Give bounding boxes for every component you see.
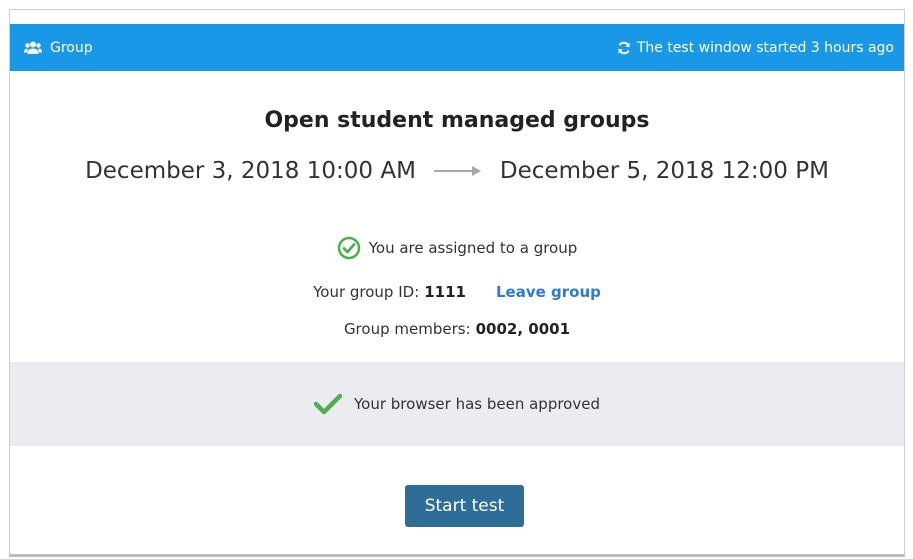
group-header-bar: Group The test window started 3 hours ag… bbox=[10, 24, 904, 71]
group-title: Group bbox=[24, 40, 93, 56]
users-icon bbox=[24, 41, 42, 54]
assigned-text: You are assigned to a group bbox=[368, 239, 578, 257]
group-id-value: 1111 bbox=[424, 283, 466, 301]
test-window-status: The test window started 3 hours ago bbox=[617, 40, 894, 56]
page-title: Open student managed groups bbox=[264, 108, 650, 133]
end-date: December 5, 2018 12:00 PM bbox=[499, 158, 829, 184]
leave-group-link[interactable]: Leave group bbox=[496, 283, 601, 301]
group-id-label: Your group ID: bbox=[313, 283, 420, 301]
members-value: 0002, 0001 bbox=[475, 320, 571, 338]
check-circle-icon bbox=[337, 236, 360, 260]
arrow-right-icon bbox=[433, 165, 482, 177]
test-window-panel: Group The test window started 3 hours ag… bbox=[9, 9, 905, 557]
test-window-dates: December 3, 2018 10:00 AM December 5, 20… bbox=[10, 158, 904, 184]
start-date: December 3, 2018 10:00 AM bbox=[85, 158, 416, 184]
refresh-icon bbox=[618, 41, 630, 54]
members-label: Group members: bbox=[343, 320, 471, 338]
browser-approval-banner: Your browser has been approved bbox=[10, 362, 904, 446]
assignment-status: You are assigned to a group bbox=[10, 236, 904, 260]
start-test-button[interactable]: Start test bbox=[405, 485, 524, 527]
group-id-row: Your group ID: 1111 Leave group bbox=[10, 283, 904, 301]
group-label: Group bbox=[50, 39, 93, 56]
group-members-row: Group members: 0002, 0001 bbox=[10, 320, 904, 338]
checkmark-icon bbox=[314, 393, 342, 415]
browser-approved-text: Your browser has been approved bbox=[354, 395, 600, 413]
window-status-text: The test window started 3 hours ago bbox=[636, 39, 894, 56]
